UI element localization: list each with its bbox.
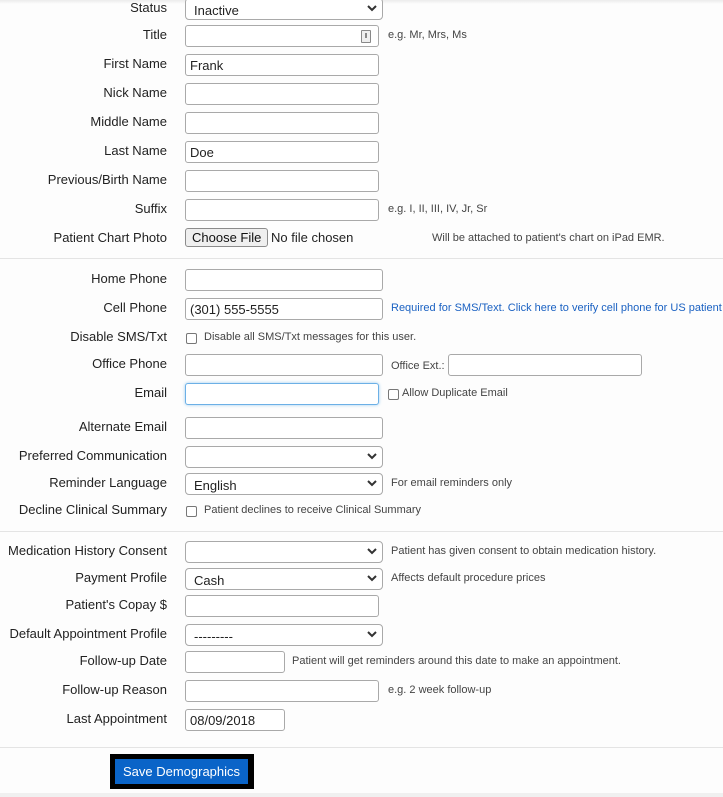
payment-profile-value: Cash <box>194 573 225 588</box>
default-appointment-profile-value: --------- <box>194 629 233 644</box>
payment-profile-select[interactable]: Cash <box>185 568 383 590</box>
section-divider <box>0 747 723 748</box>
chevron-down-icon <box>367 575 377 582</box>
last-appointment-input[interactable]: 08/09/2018 <box>185 709 285 731</box>
followup-reason-label: Follow-up Reason <box>62 682 167 697</box>
medication-history-consent-label: Medication History Consent <box>8 543 167 558</box>
chevron-down-icon <box>367 631 377 638</box>
bottom-band <box>0 793 723 797</box>
allow-duplicate-email-label: Allow Duplicate Email <box>402 387 508 399</box>
decline-clinical-summary-checkbox[interactable] <box>186 506 197 517</box>
last-name-value: Doe <box>190 145 214 160</box>
preferred-communication-label: Preferred Communication <box>18 448 167 463</box>
chart-photo-label: Patient Chart Photo <box>53 230 167 245</box>
followup-date-input[interactable] <box>185 651 285 673</box>
title-hint: e.g. Mr, Mrs, Ms <box>388 29 467 41</box>
last-name-input[interactable]: Doe <box>185 141 379 163</box>
first-name-input[interactable]: Frank <box>185 54 379 76</box>
section-divider <box>0 258 723 259</box>
save-demographics-button[interactable]: Save Demographics <box>115 759 248 784</box>
email-input[interactable] <box>185 383 379 405</box>
middle-name-input[interactable] <box>185 112 379 134</box>
contact-autofill-icon[interactable] <box>361 30 371 43</box>
chart-photo-hint: Will be attached to patient's chart on i… <box>432 232 665 244</box>
allow-duplicate-email-checkbox[interactable] <box>388 389 399 400</box>
disable-sms-checkbox-label: Disable all SMS/Txt messages for this us… <box>204 331 417 343</box>
home-phone-input[interactable] <box>185 269 383 291</box>
alternate-email-label: Alternate Email <box>78 419 167 434</box>
choose-file-button[interactable]: Choose File <box>185 228 269 247</box>
default-appointment-profile-label: Default Appointment Profile <box>9 626 167 641</box>
suffix-hint: e.g. I, II, III, IV, Jr, Sr <box>388 203 488 215</box>
followup-date-label: Follow-up Date <box>79 653 167 668</box>
chevron-down-icon <box>367 548 377 555</box>
first-name-value: Frank <box>190 58 224 73</box>
save-button-focus-ring: Save Demographics <box>110 754 254 789</box>
decline-clinical-summary-label: Decline Clinical Summary <box>18 502 167 517</box>
status-select[interactable]: Inactive <box>185 0 383 20</box>
medication-history-consent-hint: Patient has given consent to obtain medi… <box>391 545 657 557</box>
verify-cell-phone-link[interactable]: Required for SMS/Text. Click here to ver… <box>391 302 722 314</box>
nick-name-input[interactable] <box>185 83 379 105</box>
chevron-down-icon <box>367 480 377 487</box>
reminder-language-select[interactable]: English <box>185 473 383 495</box>
status-label: Status <box>130 0 167 15</box>
chevron-down-icon <box>367 453 377 460</box>
previous-name-label: Previous/Birth Name <box>47 172 167 187</box>
office-phone-label: Office Phone <box>92 356 167 371</box>
cell-phone-label: Cell Phone <box>103 300 167 315</box>
status-value: Inactive <box>194 3 239 18</box>
disable-sms-checkbox[interactable] <box>186 333 197 344</box>
office-ext-label: Office Ext.: <box>391 360 445 372</box>
followup-reason-hint: e.g. 2 week follow-up <box>388 684 492 696</box>
copay-input[interactable] <box>185 595 379 617</box>
email-label: Email <box>134 385 167 400</box>
followup-reason-input[interactable] <box>185 680 379 702</box>
last-appointment-value: 08/09/2018 <box>190 713 256 728</box>
first-name-label: First Name <box>103 56 167 71</box>
section-divider <box>0 531 723 532</box>
suffix-label: Suffix <box>134 201 167 216</box>
reminder-language-value: English <box>194 478 237 493</box>
followup-date-hint: Patient will get reminders around this d… <box>292 655 621 667</box>
home-phone-label: Home Phone <box>91 271 167 286</box>
reminder-language-label: Reminder Language <box>49 475 167 490</box>
file-status: No file chosen <box>271 230 354 245</box>
payment-profile-label: Payment Profile <box>75 570 167 585</box>
title-input[interactable] <box>185 25 379 47</box>
last-appointment-label: Last Appointment <box>66 711 167 726</box>
preferred-communication-select[interactable] <box>185 446 383 468</box>
suffix-input[interactable] <box>185 199 379 221</box>
last-name-label: Last Name <box>104 143 167 158</box>
default-appointment-profile-select[interactable]: --------- <box>185 624 383 646</box>
office-ext-input[interactable] <box>448 354 642 376</box>
office-phone-input[interactable] <box>185 354 383 376</box>
decline-clinical-summary-checkbox-label: Patient declines to receive Clinical Sum… <box>204 504 422 516</box>
cell-phone-input[interactable]: (301) 555-5555 <box>185 298 383 320</box>
medication-history-consent-select[interactable] <box>185 541 383 563</box>
reminder-language-hint: For email reminders only <box>391 477 513 489</box>
nick-name-label: Nick Name <box>103 85 167 100</box>
previous-name-input[interactable] <box>185 170 379 192</box>
copay-label: Patient's Copay $ <box>65 597 168 612</box>
chevron-down-icon <box>367 5 377 12</box>
cell-phone-value: (301) 555-5555 <box>190 302 279 317</box>
alternate-email-input[interactable] <box>185 417 383 439</box>
disable-sms-label: Disable SMS/Txt <box>70 329 167 344</box>
middle-name-label: Middle Name <box>90 114 167 129</box>
payment-profile-hint: Affects default procedure prices <box>391 572 546 584</box>
title-label: Title <box>142 27 167 42</box>
